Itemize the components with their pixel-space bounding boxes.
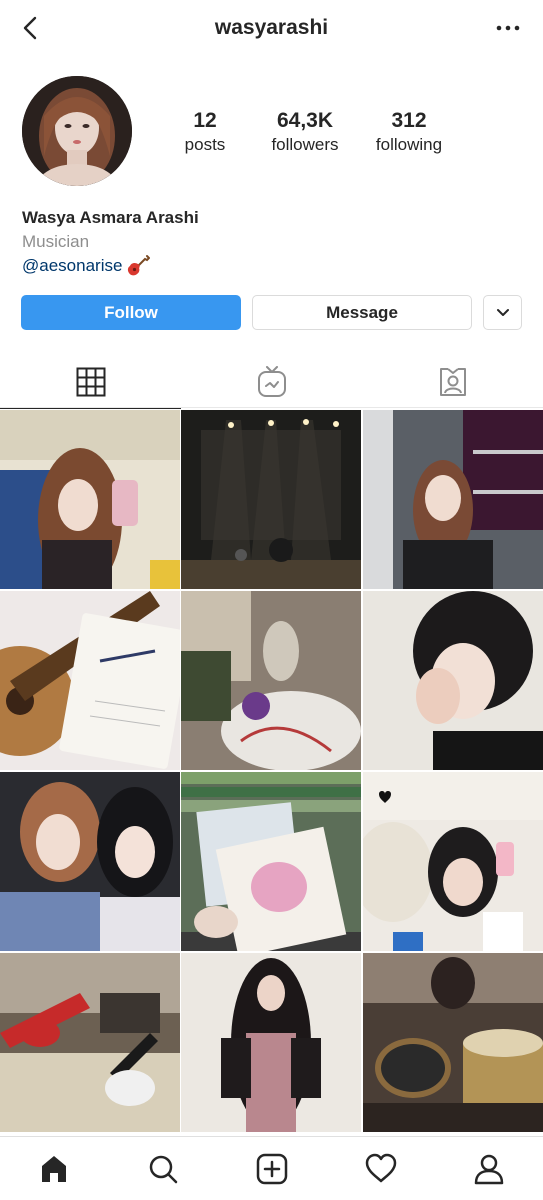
profile-username: wasyarashi: [214, 16, 329, 39]
top-bar: wasyarashi: [0, 0, 543, 56]
more-options-button[interactable]: [493, 14, 523, 42]
post-thumbnail[interactable]: [363, 410, 543, 589]
post-thumbnail[interactable]: [0, 591, 180, 770]
follow-button[interactable]: Follow: [21, 295, 241, 330]
bottom-navigation: [0, 1136, 543, 1200]
nav-add-post[interactable]: [252, 1149, 292, 1189]
tab-posts-grid[interactable]: [0, 356, 181, 409]
nav-home[interactable]: [34, 1149, 74, 1189]
post-thumbnail[interactable]: [0, 953, 180, 1132]
profile-avatar[interactable]: [22, 76, 132, 186]
nav-profile[interactable]: [469, 1149, 509, 1189]
tagged-icon: [439, 368, 466, 396]
nav-activity[interactable]: [361, 1149, 401, 1189]
message-button[interactable]: Message: [252, 295, 472, 330]
tab-tagged[interactable]: [362, 356, 543, 408]
posts-label: posts: [184, 135, 226, 154]
stat-posts[interactable]: 12 posts: [160, 108, 250, 156]
tab-igtv[interactable]: [181, 356, 362, 408]
suggested-dropdown-button[interactable]: [483, 295, 522, 330]
display-name: Wasya Asmara Arashi: [22, 208, 199, 227]
profile-category: Musician: [22, 232, 90, 251]
post-thumbnail[interactable]: [363, 591, 543, 770]
grid-icon: [76, 367, 105, 397]
chevron-down-icon: [496, 308, 509, 316]
posts-count: 12: [193, 109, 217, 132]
add-post-icon: [256, 1153, 288, 1185]
following-label: following: [375, 135, 443, 154]
post-thumbnail[interactable]: [363, 772, 543, 951]
search-icon: [149, 1155, 178, 1184]
post-thumbnail[interactable]: [181, 953, 361, 1132]
heart-icon: [365, 1153, 397, 1183]
post-thumbnail[interactable]: [0, 410, 180, 589]
profile-icon: [474, 1154, 504, 1185]
profile-stats: 12 posts 64,3K followers 312 following: [160, 108, 470, 158]
posts-grid: [0, 410, 543, 1134]
more-horizontal-icon: [496, 25, 520, 31]
following-count: 312: [391, 109, 427, 132]
stat-following[interactable]: 312 following: [364, 108, 454, 156]
profile-tabs: [0, 356, 543, 409]
post-thumbnail[interactable]: [181, 591, 361, 770]
guitar-icon: [128, 255, 151, 276]
home-icon: [42, 1156, 66, 1182]
post-thumbnail[interactable]: [181, 410, 361, 589]
stat-followers[interactable]: 64,3K followers: [258, 108, 352, 156]
nav-search[interactable]: [143, 1149, 183, 1189]
followers-count: 64,3K: [276, 109, 334, 132]
post-thumbnail[interactable]: [363, 953, 543, 1132]
post-thumbnail[interactable]: [181, 772, 361, 951]
bio-mention-link[interactable]: @aesonarise: [22, 254, 199, 278]
profile-bio: Wasya Asmara Arashi Musician @aesonarise: [22, 206, 199, 278]
followers-label: followers: [271, 135, 339, 154]
mention-text: @aesonarise: [22, 256, 123, 275]
post-thumbnail[interactable]: [0, 772, 180, 951]
igtv-icon: [257, 366, 286, 397]
